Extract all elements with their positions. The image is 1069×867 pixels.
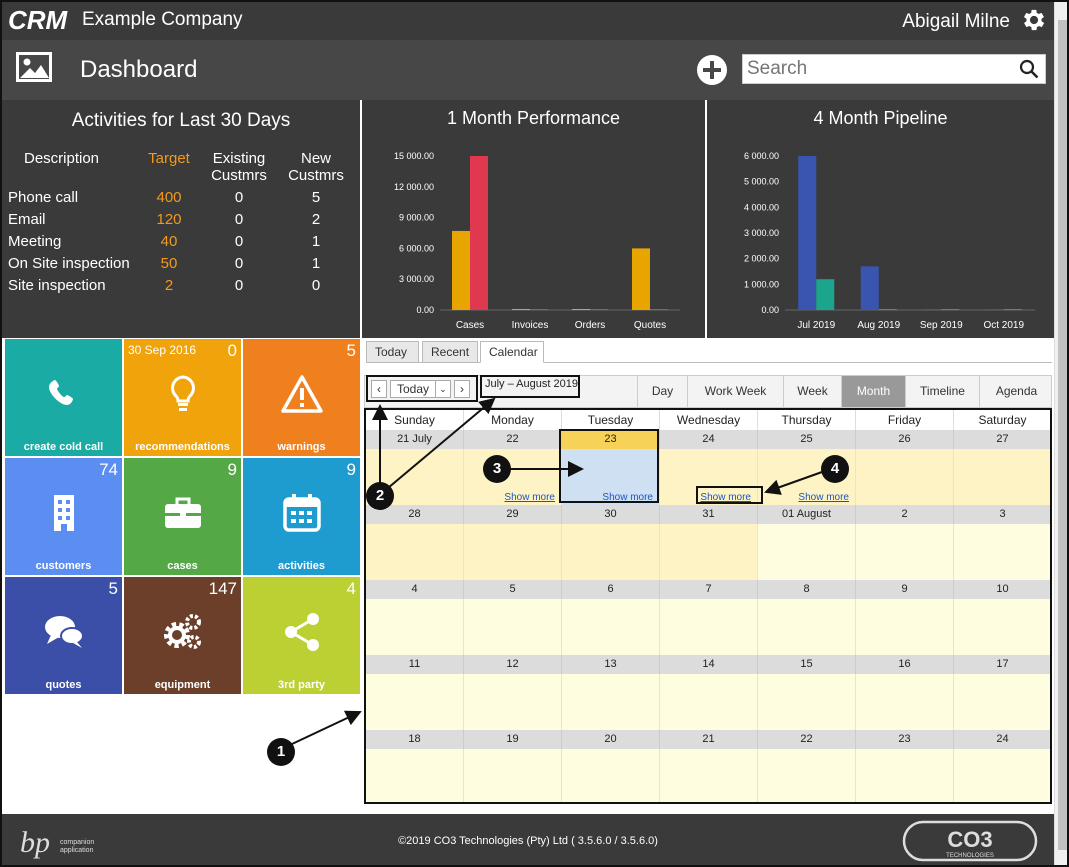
svg-text:CO3: CO3 xyxy=(947,827,992,852)
callout-2: 2 xyxy=(366,482,394,510)
co3-logo: CO3 TECHNOLOGIES xyxy=(902,820,1038,862)
copyright: ©2019 CO3 Technologies (Pty) Ltd ( 3.5.6… xyxy=(398,835,658,847)
callout-3: 3 xyxy=(483,455,511,483)
scrollbar-thumb[interactable] xyxy=(1058,20,1067,850)
svg-text:application: application xyxy=(60,847,94,854)
scrollbar[interactable] xyxy=(1054,2,1067,865)
annotation-arrows xyxy=(291,397,823,745)
callout-4: 4 xyxy=(821,455,849,483)
callout-1: 1 xyxy=(267,738,295,766)
app-frame: CRM Example Company Abigail Milne Dashbo… xyxy=(0,0,1069,867)
svg-text:TECHNOLOGIES: TECHNOLOGIES xyxy=(946,853,994,859)
footer: bp companion application ©2019 CO3 Techn… xyxy=(2,814,1054,865)
